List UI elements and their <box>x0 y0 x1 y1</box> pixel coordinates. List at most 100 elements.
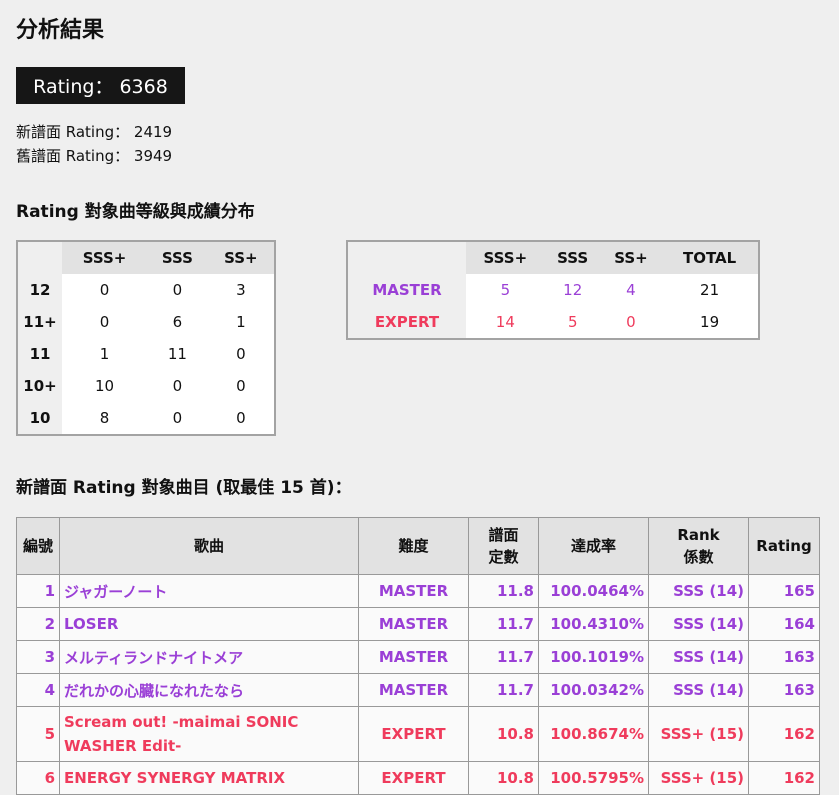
count-cell: 0 <box>207 370 275 402</box>
song-difficulty: MASTER <box>358 574 469 608</box>
song-rating: 163 <box>748 673 820 707</box>
song-no: 2 <box>16 607 60 641</box>
song-difficulty: MASTER <box>358 673 469 707</box>
table-row: 1 ジャガーノート MASTER 11.8 100.0464% SSS (14)… <box>16 574 820 608</box>
table-row: 10+ 10 0 0 <box>17 370 275 402</box>
song-no: 1 <box>16 574 60 608</box>
song-constant: 11.7 <box>468 607 539 641</box>
song-no: 3 <box>16 640 60 674</box>
song-difficulty: MASTER <box>358 607 469 641</box>
song-title: LOSER <box>59 607 359 641</box>
song-achievement: 100.8674% <box>538 706 649 762</box>
count-cell: 1 <box>207 306 275 338</box>
table-row: EXPERT 14 5 0 19 <box>347 306 759 339</box>
total-cell: 19 <box>661 306 759 339</box>
difficulty-distribution-table: SSS+ SSS SS+ TOTAL MASTER 5 12 4 21 EXPE… <box>346 240 760 340</box>
song-rank: SSS+ (15) <box>648 761 749 795</box>
song-title: ジャガーノート <box>59 574 359 608</box>
header-total: TOTAL <box>661 241 759 274</box>
table-header-row: SSS+ SSS SS+ <box>17 241 275 274</box>
table-row: 12 0 0 3 <box>17 274 275 306</box>
count-cell: 5 <box>466 274 545 306</box>
song-constant: 10.8 <box>468 706 539 762</box>
level-label: 11 <box>17 338 62 370</box>
song-difficulty: EXPERT <box>358 706 469 762</box>
difficulty-label-expert: EXPERT <box>347 306 466 339</box>
song-title: Scream out! -maimai SONIC WASHER Edit- <box>59 706 359 762</box>
song-rating: 162 <box>748 706 820 762</box>
song-rating: 164 <box>748 607 820 641</box>
song-difficulty: MASTER <box>358 640 469 674</box>
header-blank <box>17 241 62 274</box>
song-achievement: 100.0464% <box>538 574 649 608</box>
song-rating: 163 <box>748 640 820 674</box>
song-rating: 165 <box>748 574 820 608</box>
level-label: 12 <box>17 274 62 306</box>
song-constant: 11.7 <box>468 640 539 674</box>
count-cell: 12 <box>544 274 601 306</box>
table-row: 6 ENERGY SYNERGY MATRIX EXPERT 10.8 100.… <box>16 761 820 795</box>
song-no: 5 <box>16 706 60 762</box>
table-header-row: 編號 歌曲 難度 譜面 定數 達成率 Rank 係數 Rating <box>16 517 820 575</box>
count-cell: 0 <box>207 402 275 435</box>
count-cell: 4 <box>600 274 662 306</box>
total-rating-badge: Rating： 6368 <box>16 67 185 104</box>
count-cell: 0 <box>147 274 208 306</box>
song-no: 4 <box>16 673 60 707</box>
table-row: 10 8 0 0 <box>17 402 275 435</box>
count-cell: 0 <box>207 338 275 370</box>
header-sss: SSS <box>147 241 208 274</box>
count-cell: 11 <box>147 338 208 370</box>
count-cell: 6 <box>147 306 208 338</box>
old-chart-rating: 舊譜面 Rating： 3949 <box>16 147 173 165</box>
count-cell: 14 <box>466 306 545 339</box>
count-cell: 3 <box>207 274 275 306</box>
table-row: 11 1 11 0 <box>17 338 275 370</box>
song-constant: 10.8 <box>468 761 539 795</box>
song-no: 6 <box>16 761 60 795</box>
count-cell: 0 <box>62 306 148 338</box>
header-sssplus: SSS+ <box>466 241 545 274</box>
header-rank: Rank 係數 <box>648 517 749 575</box>
header-sssplus: SSS+ <box>62 241 148 274</box>
level-label: 11+ <box>17 306 62 338</box>
song-achievement: 100.0342% <box>538 673 649 707</box>
song-achievement: 100.1019% <box>538 640 649 674</box>
table-row: 3 メルティランドナイトメア MASTER 11.7 100.1019% SSS… <box>16 640 820 674</box>
song-rank: SSS (14) <box>648 574 749 608</box>
count-cell: 10 <box>62 370 148 402</box>
table-row: MASTER 5 12 4 21 <box>347 274 759 306</box>
level-label: 10 <box>17 402 62 435</box>
songs-title: 新譜面 Rating 對象曲目 (取最佳 15 首)： <box>16 478 352 498</box>
header-sss: SSS <box>544 241 601 274</box>
count-cell: 0 <box>147 370 208 402</box>
song-title: ENERGY SYNERGY MATRIX <box>59 761 359 795</box>
count-cell: 0 <box>62 274 148 306</box>
header-rating: Rating <box>748 517 820 575</box>
song-constant: 11.8 <box>468 574 539 608</box>
song-rating: 162 <box>748 761 820 795</box>
header-constant: 譜面 定數 <box>468 517 539 575</box>
song-difficulty: EXPERT <box>358 761 469 795</box>
song-constant: 11.7 <box>468 673 539 707</box>
song-rank: SSS (14) <box>648 673 749 707</box>
count-cell: 0 <box>600 306 662 339</box>
page-title: 分析結果 <box>16 18 105 43</box>
header-blank <box>347 241 466 274</box>
header-ssplus: SS+ <box>600 241 662 274</box>
header-difficulty: 難度 <box>358 517 469 575</box>
header-song: 歌曲 <box>59 517 359 575</box>
total-cell: 21 <box>661 274 759 306</box>
level-label: 10+ <box>17 370 62 402</box>
distribution-title: Rating 對象曲等級與成績分布 <box>16 202 255 222</box>
level-distribution-table: SSS+ SSS SS+ 12 0 0 3 11+ 0 6 1 11 1 11 <box>16 240 276 436</box>
header-no: 編號 <box>16 517 60 575</box>
new-chart-rating: 新譜面 Rating： 2419 <box>16 123 173 141</box>
count-cell: 0 <box>147 402 208 435</box>
song-achievement: 100.4310% <box>538 607 649 641</box>
table-header-row: SSS+ SSS SS+ TOTAL <box>347 241 759 274</box>
table-row: 11+ 0 6 1 <box>17 306 275 338</box>
song-rank: SSS (14) <box>648 640 749 674</box>
table-row: 4 だれかの心臓になれたなら MASTER 11.7 100.0342% SSS… <box>16 673 820 707</box>
song-title: だれかの心臓になれたなら <box>59 673 359 707</box>
